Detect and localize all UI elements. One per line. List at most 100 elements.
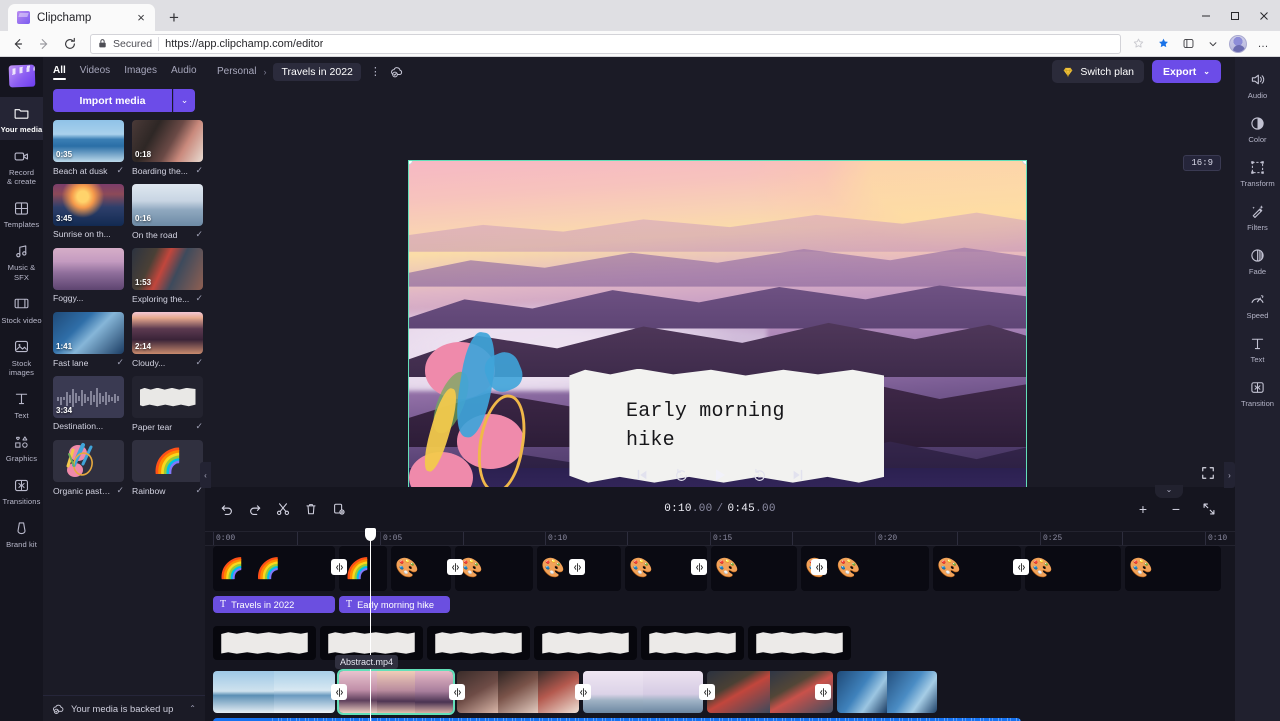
clip-paper-tear[interactable]	[427, 626, 530, 660]
media-item[interactable]: 3:34 Destination...	[53, 376, 124, 432]
video-clip[interactable]	[583, 671, 703, 713]
text-clip[interactable]: T Travels in 2022	[213, 596, 335, 613]
rewind-5s-icon[interactable]: 5	[673, 467, 690, 484]
forward-5s-icon[interactable]: 5	[751, 467, 768, 484]
playhead-grip[interactable]	[365, 528, 376, 541]
tool-audio[interactable]: Audio	[1235, 63, 1280, 107]
skip-to-end-icon[interactable]	[790, 467, 807, 484]
play-icon[interactable]	[712, 467, 729, 484]
media-item[interactable]: 0:35 Beach at dusk✓	[53, 120, 124, 176]
sidebar-item-stock-video[interactable]: Stock video	[0, 288, 43, 331]
transition-marker-icon[interactable]	[699, 684, 715, 700]
transition-marker-icon[interactable]	[815, 684, 831, 700]
media-thumbnail[interactable]: 1:53	[132, 248, 203, 290]
forward-icon[interactable]	[32, 33, 56, 55]
close-icon[interactable]: ×	[133, 10, 149, 26]
sidebar-item-record-create[interactable]: Record & create	[0, 140, 43, 192]
kebab-menu-icon[interactable]: ⋮	[368, 65, 383, 78]
clip-paper-tear[interactable]	[213, 626, 316, 660]
media-item[interactable]: Paper tear✓	[132, 376, 203, 432]
collections-icon[interactable]	[1127, 33, 1149, 55]
media-item[interactable]: 0:18 Boarding the...✓	[132, 120, 203, 176]
media-item[interactable]: 1:53 Exploring the...✓	[132, 248, 203, 304]
media-thumbnail[interactable]: 0:16	[132, 184, 203, 226]
switch-plan-button[interactable]: Switch plan	[1052, 60, 1144, 83]
fullscreen-icon[interactable]	[1199, 464, 1217, 482]
media-item[interactable]: 2:14 Cloudy...✓	[132, 312, 203, 368]
transition-marker-icon[interactable]	[1013, 559, 1029, 575]
clip-paste[interactable]: 🎨	[933, 546, 1021, 591]
clip-paste[interactable]: 🎨	[1025, 546, 1121, 591]
cloud-sync-icon[interactable]	[390, 64, 405, 79]
star-icon[interactable]	[1152, 33, 1174, 55]
skip-to-start-icon[interactable]	[634, 467, 651, 484]
tool-transform[interactable]: Transform	[1235, 151, 1280, 195]
media-item[interactable]: Organic paste...✓	[53, 440, 124, 496]
overlay-text[interactable]: Early morning hike	[626, 397, 785, 456]
media-thumbnail[interactable]: 3:45	[53, 184, 124, 226]
chevron-down-icon[interactable]	[1202, 33, 1224, 55]
clip-paper-tear[interactable]	[534, 626, 637, 660]
media-item[interactable]: Foggy...	[53, 248, 124, 304]
clip-paper-tear[interactable]	[748, 626, 851, 660]
tool-speed[interactable]: Speed	[1235, 283, 1280, 327]
media-thumbnail[interactable]: 1:41	[53, 312, 124, 354]
tab-audio[interactable]: Audio	[171, 65, 197, 79]
sidebar-item-brand-kit[interactable]: Brand kit	[0, 512, 43, 555]
import-dropdown-button[interactable]: ⌄	[173, 89, 195, 112]
transition-marker-icon[interactable]	[811, 559, 827, 575]
collapse-media-panel-button[interactable]: ‹	[200, 462, 211, 488]
media-item[interactable]: 1:41 Fast lane✓	[53, 312, 124, 368]
tool-text[interactable]: Text	[1235, 327, 1280, 371]
project-title[interactable]: Travels in 2022	[273, 63, 360, 81]
timeline-ruler[interactable]: 0:00 0:05 0:10 0:15 0:20 0:25 0:10	[205, 531, 1235, 546]
reload-icon[interactable]	[58, 33, 82, 55]
media-thumbnail[interactable]: 0:35	[53, 120, 124, 162]
back-icon[interactable]	[6, 33, 30, 55]
media-item[interactable]: 0:16 On the road✓	[132, 184, 203, 240]
more-options-icon[interactable]: …	[1252, 33, 1274, 55]
tab-videos[interactable]: Videos	[80, 65, 110, 79]
chevron-up-icon[interactable]: ⌃	[189, 704, 196, 713]
sidebar-item-stock-images[interactable]: Stock images	[0, 331, 43, 383]
clip-paste[interactable]: 🎨	[455, 546, 533, 591]
media-item[interactable]: 3:45 Sunrise on th...	[53, 184, 124, 240]
sidebar-item-your-media[interactable]: Your media	[0, 97, 43, 140]
media-thumbnail[interactable]	[132, 376, 203, 418]
video-clip[interactable]	[837, 671, 937, 713]
avatar[interactable]	[1227, 33, 1249, 55]
tab-images[interactable]: Images	[124, 65, 157, 79]
sidebar-item-text[interactable]: Text	[0, 383, 43, 426]
breadcrumb-root[interactable]: Personal	[217, 66, 256, 77]
window-close-button[interactable]	[1249, 0, 1278, 31]
browser-tab[interactable]: Clipchamp ×	[8, 4, 155, 31]
video-clip-selected[interactable]	[339, 671, 453, 713]
transition-marker-icon[interactable]	[569, 559, 585, 575]
playhead[interactable]	[370, 531, 371, 721]
export-button[interactable]: Export ⌄	[1152, 60, 1221, 83]
tab-all[interactable]: All	[53, 65, 66, 79]
tool-color[interactable]: Color	[1235, 107, 1280, 151]
media-thumbnail-audio[interactable]: 3:34	[53, 376, 124, 418]
minimize-button[interactable]	[1191, 0, 1220, 31]
video-clip[interactable]	[213, 671, 335, 713]
tool-filters[interactable]: Filters	[1235, 195, 1280, 239]
media-thumbnail[interactable]: 0:18	[132, 120, 203, 162]
tool-fade[interactable]: Fade	[1235, 239, 1280, 283]
transition-marker-icon[interactable]	[331, 684, 347, 700]
transition-marker-icon[interactable]	[331, 559, 347, 575]
import-media-button[interactable]: Import media	[53, 89, 172, 112]
media-thumbnail[interactable]	[53, 248, 124, 290]
clip-paste[interactable]: 🎨	[1125, 546, 1221, 591]
video-preview-canvas[interactable]: Early morning hike	[409, 161, 1026, 510]
media-thumbnail[interactable]: 🌈	[132, 440, 203, 482]
transition-marker-icon[interactable]	[691, 559, 707, 575]
text-clip[interactable]: T Early morning hike	[339, 596, 450, 613]
collapse-right-panel-button[interactable]: ›	[1224, 462, 1235, 488]
sidebar-item-templates[interactable]: Templates	[0, 192, 43, 235]
transition-marker-icon[interactable]	[575, 684, 591, 700]
clip-paste[interactable]: 🎨	[391, 546, 451, 591]
address-bar[interactable]: Secured https://app.clipchamp.com/editor	[90, 34, 1121, 54]
video-clip[interactable]	[457, 671, 579, 713]
media-thumbnail[interactable]: 2:14	[132, 312, 203, 354]
